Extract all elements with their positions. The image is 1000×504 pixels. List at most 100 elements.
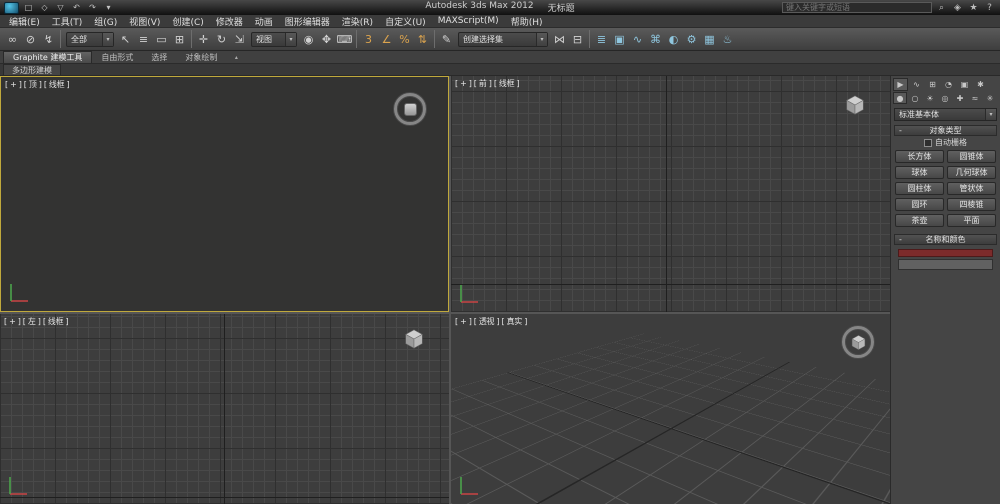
- ribbon-tab[interactable]: 自由形式: [92, 51, 142, 63]
- menu-item[interactable]: 图形编辑器: [279, 15, 336, 27]
- modify-tab-icon[interactable]: ∿: [909, 78, 924, 91]
- communication-center-icon[interactable]: ◈: [951, 3, 964, 13]
- viewcube-cube-icon[interactable]: [403, 328, 425, 350]
- select-by-name-icon[interactable]: ≡: [135, 31, 152, 48]
- viewcube-cube-icon[interactable]: [844, 94, 866, 116]
- hierarchy-tab-icon[interactable]: ⊞: [925, 78, 940, 91]
- graphite-toggle-icon[interactable]: ▣: [611, 31, 628, 48]
- viewcube-face-icon[interactable]: [404, 103, 417, 116]
- menu-item[interactable]: 组(G): [88, 15, 123, 27]
- menu-item[interactable]: 动画: [249, 15, 279, 27]
- workspace-dropdown-icon[interactable]: ▾: [102, 2, 115, 14]
- select-and-manipulate-icon[interactable]: ✥: [318, 31, 335, 48]
- object-type-button[interactable]: 圆环: [895, 198, 944, 211]
- window-crossing-icon[interactable]: ⊞: [171, 31, 188, 48]
- material-editor-icon[interactable]: ◐: [665, 31, 682, 48]
- viewport-top[interactable]: [ + ] [ 顶 ] [ 线框 ]: [0, 76, 449, 312]
- app-logo-icon[interactable]: [4, 2, 19, 14]
- viewcube[interactable]: [403, 328, 425, 350]
- menu-item[interactable]: 编辑(E): [3, 15, 46, 27]
- systems-category-icon[interactable]: ✳: [983, 92, 997, 104]
- bind-to-space-warp-icon[interactable]: ↯: [40, 31, 57, 48]
- redo-icon[interactable]: ↷: [86, 2, 99, 14]
- infocenter-search-input[interactable]: [782, 2, 932, 13]
- unlink-selection-icon[interactable]: ⊘: [22, 31, 39, 48]
- object-type-button[interactable]: 长方体: [895, 150, 944, 163]
- viewcube-ring-icon[interactable]: [842, 326, 874, 358]
- object-type-button[interactable]: 四棱锥: [947, 198, 996, 211]
- viewport-front-label[interactable]: [ + ] [ 前 ] [ 线框 ]: [455, 78, 519, 89]
- rendered-frame-window-icon[interactable]: ▦: [701, 31, 718, 48]
- lights-category-icon[interactable]: ☀: [923, 92, 937, 104]
- helpers-category-icon[interactable]: ✚: [953, 92, 967, 104]
- object-name-input[interactable]: [898, 259, 993, 270]
- autogrid-checkbox[interactable]: [924, 139, 932, 147]
- object-type-rollout-header[interactable]: - 对象类型: [894, 125, 997, 136]
- object-type-button[interactable]: 圆锥体: [947, 150, 996, 163]
- favorites-icon[interactable]: ★: [967, 3, 980, 13]
- motion-tab-icon[interactable]: ◔: [941, 78, 956, 91]
- search-icon[interactable]: ⌕: [935, 3, 948, 13]
- object-color-swatch[interactable]: [898, 249, 993, 257]
- object-type-button[interactable]: 几何球体: [947, 166, 996, 179]
- primitive-category-dropdown[interactable]: 标准基本体 ▾: [894, 108, 997, 121]
- menu-item[interactable]: 自定义(U): [379, 15, 432, 27]
- edit-named-selection-sets-icon[interactable]: ✎: [438, 31, 455, 48]
- object-type-button[interactable]: 圆柱体: [895, 182, 944, 195]
- display-tab-icon[interactable]: ▣: [957, 78, 972, 91]
- menu-item[interactable]: 修改器: [210, 15, 249, 27]
- rollout-collapse-icon[interactable]: -: [899, 126, 902, 135]
- mirror-icon[interactable]: ⋈: [551, 31, 568, 48]
- geometry-category-icon[interactable]: ●: [893, 92, 907, 104]
- select-and-move-icon[interactable]: ✛: [195, 31, 212, 48]
- schematic-view-icon[interactable]: ⌘: [647, 31, 664, 48]
- ribbon-tab[interactable]: 对象绘制: [176, 51, 226, 63]
- menu-item[interactable]: 视图(V): [123, 15, 166, 27]
- undo-icon[interactable]: ↶: [70, 2, 83, 14]
- utilities-tab-icon[interactable]: ✱: [973, 78, 988, 91]
- named-selection-sets-dropdown[interactable]: 创建选择集 ▾: [458, 32, 548, 47]
- shapes-category-icon[interactable]: ○: [908, 92, 922, 104]
- save-file-icon[interactable]: ▽: [54, 2, 67, 14]
- viewcube[interactable]: [394, 93, 426, 125]
- select-and-rotate-icon[interactable]: ↻: [213, 31, 230, 48]
- select-object-icon[interactable]: ↖: [117, 31, 134, 48]
- help-icon[interactable]: ?: [983, 3, 996, 13]
- viewport-front[interactable]: [ + ] [ 前 ] [ 线框 ]: [451, 76, 890, 312]
- align-icon[interactable]: ⊟: [569, 31, 586, 48]
- cameras-category-icon[interactable]: ◎: [938, 92, 952, 104]
- viewport-top-label[interactable]: [ + ] [ 顶 ] [ 线框 ]: [5, 79, 69, 90]
- viewcube-cube-icon[interactable]: [850, 334, 867, 351]
- viewport-left-label[interactable]: [ + ] [ 左 ] [ 线框 ]: [4, 316, 68, 327]
- selection-filter-dropdown[interactable]: 全部 ▾: [66, 32, 114, 47]
- render-production-icon[interactable]: ♨: [719, 31, 736, 48]
- select-and-link-icon[interactable]: ∞: [4, 31, 21, 48]
- spinner-snap-icon[interactable]: ⇅: [414, 31, 431, 48]
- ribbon-tab[interactable]: Graphite 建模工具: [3, 51, 92, 63]
- manage-layers-icon[interactable]: ≣: [593, 31, 610, 48]
- menu-item[interactable]: 帮助(H): [505, 15, 549, 27]
- menu-item[interactable]: 创建(C): [166, 15, 209, 27]
- new-scene-icon[interactable]: □: [22, 2, 35, 14]
- object-type-button[interactable]: 管状体: [947, 182, 996, 195]
- viewport-perspective-label[interactable]: [ + ] [ 透视 ] [ 真实 ]: [455, 316, 527, 327]
- space-warps-category-icon[interactable]: ≈: [968, 92, 982, 104]
- select-and-scale-icon[interactable]: ⇲: [231, 31, 248, 48]
- viewport-left[interactable]: [ + ] [ 左 ] [ 线框 ]: [0, 314, 449, 504]
- curve-editor-icon[interactable]: ∿: [629, 31, 646, 48]
- polygon-modeling-panel-tab[interactable]: 多边形建模: [3, 64, 61, 75]
- menu-item[interactable]: 工具(T): [46, 15, 89, 27]
- object-type-button[interactable]: 茶壶: [895, 214, 944, 227]
- ribbon-tab[interactable]: 选择: [142, 51, 176, 63]
- rollout-collapse-icon[interactable]: -: [899, 235, 902, 244]
- open-file-icon[interactable]: ◇: [38, 2, 51, 14]
- render-setup-icon[interactable]: ⚙: [683, 31, 700, 48]
- menu-item[interactable]: 渲染(R): [336, 15, 379, 27]
- viewcube[interactable]: [842, 326, 874, 358]
- ribbon-minimize-icon[interactable]: ▴: [230, 51, 242, 63]
- object-type-button[interactable]: 球体: [895, 166, 944, 179]
- menu-item[interactable]: MAXScript(M): [432, 15, 505, 27]
- keyboard-shortcut-override-icon[interactable]: ⌨: [336, 31, 353, 48]
- viewcube[interactable]: [844, 94, 866, 116]
- object-type-button[interactable]: 平面: [947, 214, 996, 227]
